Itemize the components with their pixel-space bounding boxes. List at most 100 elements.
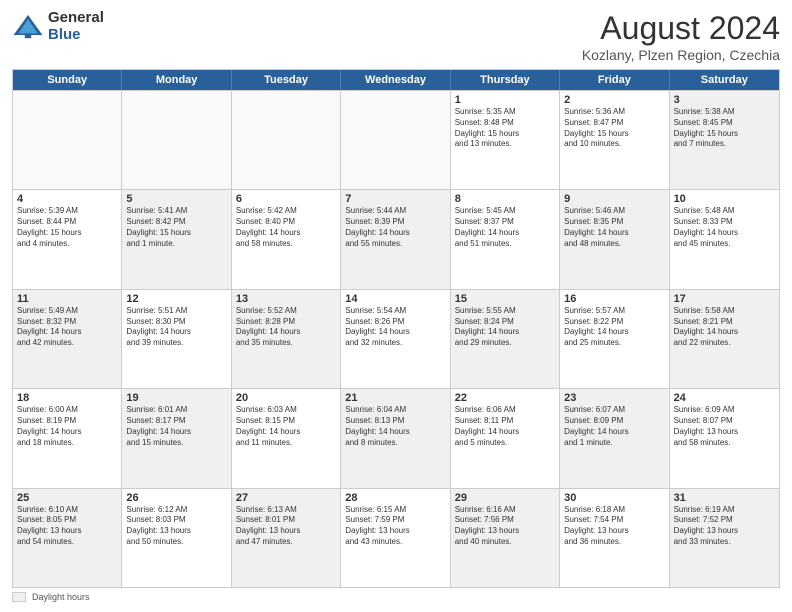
cell-details: Sunrise: 6:04 AM Sunset: 8:13 PM Dayligh… bbox=[345, 405, 445, 448]
cell-details: Sunrise: 5:36 AM Sunset: 8:47 PM Dayligh… bbox=[564, 107, 664, 150]
cell-details: Sunrise: 5:41 AM Sunset: 8:42 PM Dayligh… bbox=[126, 206, 226, 249]
day-number: 16 bbox=[564, 293, 664, 305]
day-number: 18 bbox=[17, 392, 117, 404]
cell-details: Sunrise: 6:12 AM Sunset: 8:03 PM Dayligh… bbox=[126, 505, 226, 548]
day-number: 5 bbox=[126, 193, 226, 205]
calendar-row: 25Sunrise: 6:10 AM Sunset: 8:05 PM Dayli… bbox=[13, 488, 779, 587]
calendar-cell: 5Sunrise: 5:41 AM Sunset: 8:42 PM Daylig… bbox=[122, 190, 231, 288]
header: General Blue August 2024 Kozlany, Plzen … bbox=[12, 10, 780, 63]
day-number: 22 bbox=[455, 392, 555, 404]
day-number: 19 bbox=[126, 392, 226, 404]
subtitle: Kozlany, Plzen Region, Czechia bbox=[582, 47, 780, 63]
calendar-body: 1Sunrise: 5:35 AM Sunset: 8:48 PM Daylig… bbox=[13, 90, 779, 587]
day-number: 23 bbox=[564, 392, 664, 404]
calendar-cell: 2Sunrise: 5:36 AM Sunset: 8:47 PM Daylig… bbox=[560, 91, 669, 189]
cell-details: Sunrise: 6:01 AM Sunset: 8:17 PM Dayligh… bbox=[126, 405, 226, 448]
calendar-row: 18Sunrise: 6:00 AM Sunset: 8:19 PM Dayli… bbox=[13, 388, 779, 487]
cell-details: Sunrise: 6:07 AM Sunset: 8:09 PM Dayligh… bbox=[564, 405, 664, 448]
calendar-cell: 30Sunrise: 6:18 AM Sunset: 7:54 PM Dayli… bbox=[560, 489, 669, 587]
calendar-cell: 26Sunrise: 6:12 AM Sunset: 8:03 PM Dayli… bbox=[122, 489, 231, 587]
calendar-cell: 8Sunrise: 5:45 AM Sunset: 8:37 PM Daylig… bbox=[451, 190, 560, 288]
calendar-row: 1Sunrise: 5:35 AM Sunset: 8:48 PM Daylig… bbox=[13, 90, 779, 189]
calendar-cell: 7Sunrise: 5:44 AM Sunset: 8:39 PM Daylig… bbox=[341, 190, 450, 288]
cell-details: Sunrise: 5:42 AM Sunset: 8:40 PM Dayligh… bbox=[236, 206, 336, 249]
cell-details: Sunrise: 5:55 AM Sunset: 8:24 PM Dayligh… bbox=[455, 306, 555, 349]
footer-label: Daylight hours bbox=[32, 592, 90, 602]
cell-details: Sunrise: 5:54 AM Sunset: 8:26 PM Dayligh… bbox=[345, 306, 445, 349]
cell-details: Sunrise: 6:06 AM Sunset: 8:11 PM Dayligh… bbox=[455, 405, 555, 448]
cell-details: Sunrise: 6:19 AM Sunset: 7:52 PM Dayligh… bbox=[674, 505, 775, 548]
cell-details: Sunrise: 5:52 AM Sunset: 8:28 PM Dayligh… bbox=[236, 306, 336, 349]
cell-details: Sunrise: 6:00 AM Sunset: 8:19 PM Dayligh… bbox=[17, 405, 117, 448]
calendar-cell bbox=[341, 91, 450, 189]
calendar-header: SundayMondayTuesdayWednesdayThursdayFrid… bbox=[13, 70, 779, 90]
calendar-cell: 21Sunrise: 6:04 AM Sunset: 8:13 PM Dayli… bbox=[341, 389, 450, 487]
calendar-cell: 1Sunrise: 5:35 AM Sunset: 8:48 PM Daylig… bbox=[451, 91, 560, 189]
calendar-header-cell: Sunday bbox=[13, 70, 122, 90]
calendar-header-cell: Saturday bbox=[670, 70, 779, 90]
title-block: August 2024 Kozlany, Plzen Region, Czech… bbox=[582, 10, 780, 63]
calendar-cell: 19Sunrise: 6:01 AM Sunset: 8:17 PM Dayli… bbox=[122, 389, 231, 487]
daylight-box bbox=[12, 592, 26, 602]
cell-details: Sunrise: 6:03 AM Sunset: 8:15 PM Dayligh… bbox=[236, 405, 336, 448]
calendar-cell: 9Sunrise: 5:46 AM Sunset: 8:35 PM Daylig… bbox=[560, 190, 669, 288]
day-number: 24 bbox=[674, 392, 775, 404]
calendar-cell: 17Sunrise: 5:58 AM Sunset: 8:21 PM Dayli… bbox=[670, 290, 779, 388]
calendar-cell bbox=[122, 91, 231, 189]
day-number: 8 bbox=[455, 193, 555, 205]
day-number: 10 bbox=[674, 193, 775, 205]
calendar-cell bbox=[232, 91, 341, 189]
day-number: 17 bbox=[674, 293, 775, 305]
calendar-cell: 27Sunrise: 6:13 AM Sunset: 8:01 PM Dayli… bbox=[232, 489, 341, 587]
calendar-row: 11Sunrise: 5:49 AM Sunset: 8:32 PM Dayli… bbox=[13, 289, 779, 388]
calendar-cell: 11Sunrise: 5:49 AM Sunset: 8:32 PM Dayli… bbox=[13, 290, 122, 388]
cell-details: Sunrise: 6:16 AM Sunset: 7:56 PM Dayligh… bbox=[455, 505, 555, 548]
day-number: 29 bbox=[455, 492, 555, 504]
footer: Daylight hours bbox=[12, 592, 780, 602]
calendar-header-cell: Tuesday bbox=[232, 70, 341, 90]
cell-details: Sunrise: 5:45 AM Sunset: 8:37 PM Dayligh… bbox=[455, 206, 555, 249]
day-number: 7 bbox=[345, 193, 445, 205]
cell-details: Sunrise: 5:57 AM Sunset: 8:22 PM Dayligh… bbox=[564, 306, 664, 349]
cell-details: Sunrise: 5:48 AM Sunset: 8:33 PM Dayligh… bbox=[674, 206, 775, 249]
calendar-cell: 4Sunrise: 5:39 AM Sunset: 8:44 PM Daylig… bbox=[13, 190, 122, 288]
calendar-header-cell: Thursday bbox=[451, 70, 560, 90]
day-number: 9 bbox=[564, 193, 664, 205]
calendar: SundayMondayTuesdayWednesdayThursdayFrid… bbox=[12, 69, 780, 588]
page: General Blue August 2024 Kozlany, Plzen … bbox=[0, 0, 792, 612]
calendar-cell: 25Sunrise: 6:10 AM Sunset: 8:05 PM Dayli… bbox=[13, 489, 122, 587]
cell-details: Sunrise: 6:09 AM Sunset: 8:07 PM Dayligh… bbox=[674, 405, 775, 448]
day-number: 4 bbox=[17, 193, 117, 205]
calendar-cell: 28Sunrise: 6:15 AM Sunset: 7:59 PM Dayli… bbox=[341, 489, 450, 587]
calendar-cell: 29Sunrise: 6:16 AM Sunset: 7:56 PM Dayli… bbox=[451, 489, 560, 587]
calendar-cell: 13Sunrise: 5:52 AM Sunset: 8:28 PM Dayli… bbox=[232, 290, 341, 388]
calendar-header-cell: Monday bbox=[122, 70, 231, 90]
calendar-cell: 3Sunrise: 5:38 AM Sunset: 8:45 PM Daylig… bbox=[670, 91, 779, 189]
logo-blue-label: Blue bbox=[48, 27, 104, 44]
day-number: 1 bbox=[455, 94, 555, 106]
day-number: 11 bbox=[17, 293, 117, 305]
cell-details: Sunrise: 5:39 AM Sunset: 8:44 PM Dayligh… bbox=[17, 206, 117, 249]
calendar-cell: 16Sunrise: 5:57 AM Sunset: 8:22 PM Dayli… bbox=[560, 290, 669, 388]
day-number: 6 bbox=[236, 193, 336, 205]
day-number: 31 bbox=[674, 492, 775, 504]
cell-details: Sunrise: 6:10 AM Sunset: 8:05 PM Dayligh… bbox=[17, 505, 117, 548]
calendar-cell: 6Sunrise: 5:42 AM Sunset: 8:40 PM Daylig… bbox=[232, 190, 341, 288]
logo-icon bbox=[12, 11, 44, 43]
day-number: 13 bbox=[236, 293, 336, 305]
day-number: 28 bbox=[345, 492, 445, 504]
calendar-cell: 20Sunrise: 6:03 AM Sunset: 8:15 PM Dayli… bbox=[232, 389, 341, 487]
calendar-cell: 15Sunrise: 5:55 AM Sunset: 8:24 PM Dayli… bbox=[451, 290, 560, 388]
cell-details: Sunrise: 5:49 AM Sunset: 8:32 PM Dayligh… bbox=[17, 306, 117, 349]
calendar-cell: 12Sunrise: 5:51 AM Sunset: 8:30 PM Dayli… bbox=[122, 290, 231, 388]
cell-details: Sunrise: 6:18 AM Sunset: 7:54 PM Dayligh… bbox=[564, 505, 664, 548]
day-number: 2 bbox=[564, 94, 664, 106]
day-number: 26 bbox=[126, 492, 226, 504]
calendar-cell bbox=[13, 91, 122, 189]
day-number: 15 bbox=[455, 293, 555, 305]
calendar-header-cell: Friday bbox=[560, 70, 669, 90]
logo-text: General Blue bbox=[48, 10, 104, 43]
calendar-cell: 24Sunrise: 6:09 AM Sunset: 8:07 PM Dayli… bbox=[670, 389, 779, 487]
calendar-cell: 14Sunrise: 5:54 AM Sunset: 8:26 PM Dayli… bbox=[341, 290, 450, 388]
calendar-cell: 10Sunrise: 5:48 AM Sunset: 8:33 PM Dayli… bbox=[670, 190, 779, 288]
